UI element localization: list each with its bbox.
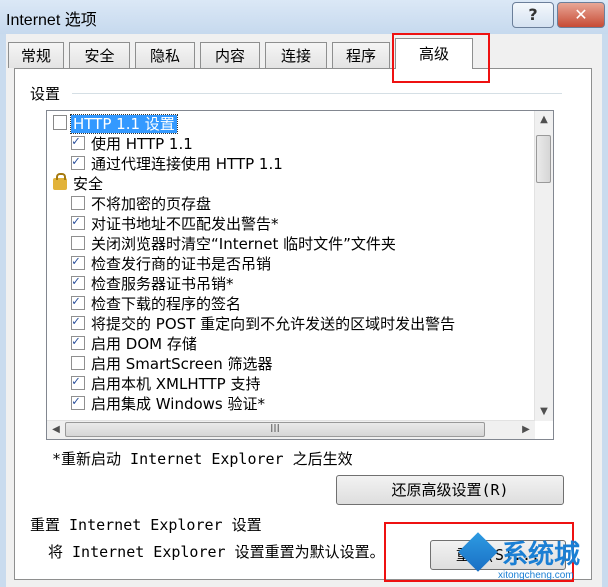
list-item[interactable]: 通过代理连接使用 HTTP 1.1	[71, 152, 283, 174]
list-item[interactable]: 检查服务器证书吊销*	[71, 272, 234, 294]
tab-programs[interactable]: 程序	[332, 42, 390, 68]
checkbox[interactable]	[71, 236, 85, 250]
settings-listbox[interactable]: HTTP 1.1 设置 使用 HTTP 1.1 通过代理连接使用 HTTP 1.…	[46, 110, 554, 440]
reset-description: 将 Internet Explorer 设置重置为默认设置。	[48, 543, 385, 561]
help-button[interactable]: ?	[512, 2, 554, 28]
settings-list: HTTP 1.1 设置 使用 HTTP 1.1 通过代理连接使用 HTTP 1.…	[47, 111, 529, 421]
list-item-label: 关闭浏览器时清空“Internet 临时文件”文件夹	[91, 235, 396, 253]
list-item[interactable]: 启用本机 XMLHTTP 支持	[71, 372, 261, 394]
list-item[interactable]: 使用 HTTP 1.1	[71, 132, 193, 154]
settings-group-label: 设置	[30, 85, 61, 103]
list-item-label: 不将加密的页存盘	[91, 195, 212, 213]
list-item[interactable]: 将提交的 POST 重定向到不允许发送的区域时发出警告	[71, 312, 456, 334]
settings-group-divider	[72, 93, 562, 94]
list-item-label: 通过代理连接使用 HTTP 1.1	[91, 155, 283, 173]
list-item-label: 启用集成 Windows 验证*	[91, 395, 265, 413]
list-item[interactable]: 不将加密的页存盘	[71, 194, 211, 214]
list-item[interactable]: 启用 SmartScreen 筛选器	[71, 354, 272, 374]
list-item-security[interactable]: 安全	[53, 173, 104, 194]
horizontal-scroll-thumb[interactable]: III	[65, 422, 485, 437]
window-title: Internet 选项	[6, 12, 97, 29]
checkbox[interactable]	[71, 332, 85, 352]
checkbox[interactable]	[71, 372, 85, 392]
watermark-url: xitongcheng.com	[498, 570, 574, 581]
list-item-label: 检查发行商的证书是否吊销	[91, 255, 272, 273]
list-item-label: 将提交的 POST 重定向到不允许发送的区域时发出警告	[91, 315, 456, 333]
checkbox[interactable]	[71, 132, 85, 152]
checkbox[interactable]	[71, 272, 85, 292]
checkbox[interactable]	[71, 196, 85, 210]
checkbox[interactable]	[71, 152, 85, 172]
reset-group-label: 重置 Internet Explorer 设置	[30, 516, 262, 534]
close-button[interactable]: ✕	[557, 2, 605, 28]
tab-privacy[interactable]: 隐私	[135, 42, 195, 68]
restart-note: *重新启动 Internet Explorer 之后生效	[52, 450, 353, 468]
vertical-scrollbar[interactable]: ▲ ▼	[534, 111, 553, 421]
list-item-label: 使用 HTTP 1.1	[91, 135, 193, 153]
tab-connections[interactable]: 连接	[265, 42, 327, 68]
list-item-label: 对证书地址不匹配发出警告*	[91, 215, 279, 233]
watermark: 系统城 xitongcheng.com	[458, 530, 608, 587]
list-item-label: 检查服务器证书吊销*	[91, 275, 234, 293]
list-item[interactable]: 启用集成 Windows 验证*	[71, 392, 265, 414]
highlight-advanced-tab	[392, 33, 490, 83]
list-item-http11[interactable]: HTTP 1.1 设置	[53, 114, 178, 134]
scroll-up-icon[interactable]: ▲	[535, 111, 553, 129]
checkbox[interactable]	[71, 392, 85, 412]
checkbox[interactable]	[71, 356, 85, 370]
list-item-label: 启用 SmartScreen 筛选器	[91, 355, 273, 373]
list-item-label: HTTP 1.1 设置	[70, 114, 178, 134]
list-item-label: 安全	[73, 175, 104, 193]
tab-security[interactable]: 安全	[69, 42, 130, 68]
folder-icon	[53, 115, 67, 130]
scroll-right-icon[interactable]: ▶	[517, 421, 535, 439]
list-item-label: 检查下载的程序的签名	[91, 295, 242, 313]
checkbox[interactable]	[71, 212, 85, 232]
title-bar: Internet 选项 ? ✕	[0, 0, 608, 34]
tab-content[interactable]: 内容	[200, 42, 260, 68]
list-item[interactable]: 关闭浏览器时清空“Internet 临时文件”文件夹	[71, 234, 396, 254]
list-item-label: 启用 DOM 存储	[91, 335, 197, 353]
checkbox[interactable]	[71, 312, 85, 332]
watermark-logo-icon	[458, 532, 498, 572]
checkbox[interactable]	[71, 292, 85, 312]
restore-advanced-button[interactable]: 还原高级设置(R)	[336, 475, 564, 505]
list-item[interactable]: 对证书地址不匹配发出警告*	[71, 212, 279, 234]
list-item[interactable]: 检查发行商的证书是否吊销	[71, 252, 272, 274]
list-item[interactable]: 启用 DOM 存储	[71, 332, 197, 354]
lock-icon	[53, 173, 67, 190]
checkbox[interactable]	[71, 252, 85, 272]
horizontal-scrollbar[interactable]: ◀ III ▶	[47, 420, 535, 439]
scroll-down-icon[interactable]: ▼	[535, 403, 553, 421]
scroll-left-icon[interactable]: ◀	[47, 421, 65, 439]
vertical-scroll-thumb[interactable]	[536, 135, 551, 183]
list-item-label: 启用本机 XMLHTTP 支持	[91, 375, 261, 393]
list-item[interactable]: 检查下载的程序的签名	[71, 292, 242, 314]
watermark-brand: 系统城	[502, 540, 581, 570]
tab-general[interactable]: 常规	[8, 42, 64, 68]
